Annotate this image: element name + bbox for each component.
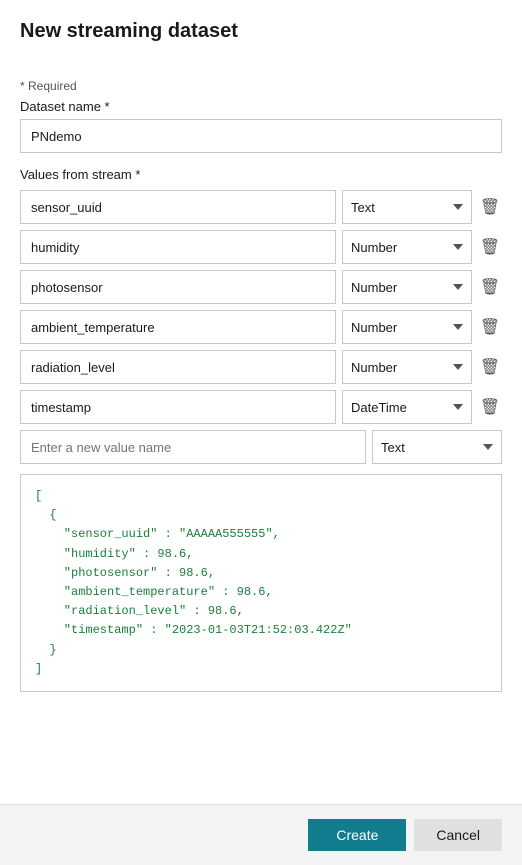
required-note: * Required	[20, 79, 502, 93]
field-type-select-5[interactable]: Text Number DateTime Boolean	[342, 350, 472, 384]
json-preview: [ { "sensor_uuid" : "AAAAA555555", "humi…	[20, 474, 502, 692]
panel-body: * Required Dataset name * Values from st…	[0, 69, 522, 804]
panel-footer: Create Cancel	[0, 804, 522, 865]
stream-row-3: Text Number DateTime Boolean 🗑	[20, 270, 502, 304]
dataset-name-label: Dataset name *	[20, 99, 502, 114]
field-name-input-6[interactable]	[20, 390, 336, 424]
delete-field-button-1[interactable]: 🗑	[478, 195, 502, 219]
delete-field-button-5[interactable]: 🗑	[478, 355, 502, 379]
delete-field-button-4[interactable]: 🗑	[478, 315, 502, 339]
panel-header: New streaming dataset	[0, 0, 522, 69]
field-name-input-2[interactable]	[20, 230, 336, 264]
new-value-type-select[interactable]: Text Number DateTime Boolean	[372, 430, 502, 464]
field-type-select-6[interactable]: Text Number DateTime Boolean	[342, 390, 472, 424]
new-value-row: Text Number DateTime Boolean	[20, 430, 502, 464]
delete-field-button-3[interactable]: 🗑	[478, 275, 502, 299]
field-type-select-2[interactable]: Text Number DateTime Boolean	[342, 230, 472, 264]
create-button[interactable]: Create	[308, 819, 406, 851]
stream-row-4: Text Number DateTime Boolean 🗑	[20, 310, 502, 344]
field-type-select-4[interactable]: Text Number DateTime Boolean	[342, 310, 472, 344]
field-name-input-5[interactable]	[20, 350, 336, 384]
delete-field-button-2[interactable]: 🗑	[478, 235, 502, 259]
stream-row-1: Text Number DateTime Boolean 🗑	[20, 190, 502, 224]
stream-row-6: Text Number DateTime Boolean 🗑	[20, 390, 502, 424]
field-type-select-3[interactable]: Text Number DateTime Boolean	[342, 270, 472, 304]
new-streaming-dataset-panel: New streaming dataset * Required Dataset…	[0, 0, 522, 865]
field-name-input-1[interactable]	[20, 190, 336, 224]
field-type-select-1[interactable]: Text Number DateTime Boolean	[342, 190, 472, 224]
stream-row-5: Text Number DateTime Boolean 🗑	[20, 350, 502, 384]
cancel-button[interactable]: Cancel	[414, 819, 502, 851]
field-name-input-3[interactable]	[20, 270, 336, 304]
delete-field-button-6[interactable]: 🗑	[478, 395, 502, 419]
stream-values-label: Values from stream *	[20, 167, 502, 182]
field-name-input-4[interactable]	[20, 310, 336, 344]
panel-title: New streaming dataset	[20, 20, 502, 43]
stream-row-2: Text Number DateTime Boolean 🗑	[20, 230, 502, 264]
dataset-name-input[interactable]	[20, 119, 502, 153]
new-value-name-input[interactable]	[20, 430, 366, 464]
